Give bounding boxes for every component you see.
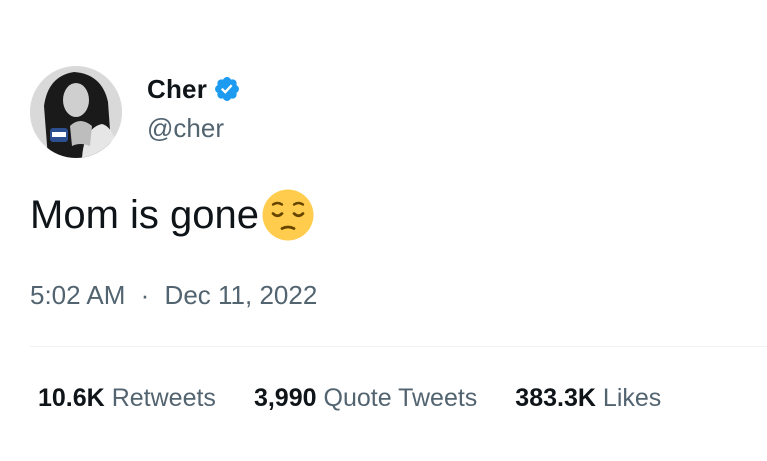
tweet-body: Mom is gone <box>30 188 315 242</box>
quote-tweets-label: Quote Tweets <box>323 384 478 412</box>
profile-photo-icon <box>30 66 122 158</box>
pensive-face-emoji-icon <box>261 188 315 242</box>
retweets-count: 10.6K <box>38 384 105 412</box>
quote-tweets-count: 3,990 <box>253 384 317 412</box>
tweet-time[interactable]: 5:02 AM <box>30 280 125 310</box>
quote-tweets-stat[interactable]: 3,990 Quote Tweets <box>254 381 477 415</box>
tweet-date[interactable]: Dec 11, 2022 <box>165 280 318 310</box>
timestamp-separator: · <box>140 280 150 310</box>
divider <box>30 346 767 347</box>
retweets-label: Retweets <box>111 384 216 412</box>
author-name-row: Cher <box>147 74 241 104</box>
verified-badge-icon <box>213 75 241 103</box>
avatar[interactable] <box>30 66 122 158</box>
likes-count: 383.3K <box>515 384 596 412</box>
likes-stat[interactable]: 383.3K Likes <box>515 381 661 415</box>
retweets-stat[interactable]: 10.6K Retweets <box>38 381 216 415</box>
tweet-timestamp[interactable]: 5:02 AM · Dec 11, 2022 <box>30 279 317 311</box>
tweet-card: Cher @cher Mom is gone 5:02 AM · Dec 11,… <box>0 0 767 461</box>
author-handle[interactable]: @cher <box>147 113 224 143</box>
author-display-name[interactable]: Cher <box>147 74 207 104</box>
likes-label: Likes <box>602 384 662 412</box>
tweet-text: Mom is gone <box>30 193 259 237</box>
tweet-stats: 10.6K Retweets 3,990 Quote Tweets 383.3K Li… <box>38 381 661 415</box>
